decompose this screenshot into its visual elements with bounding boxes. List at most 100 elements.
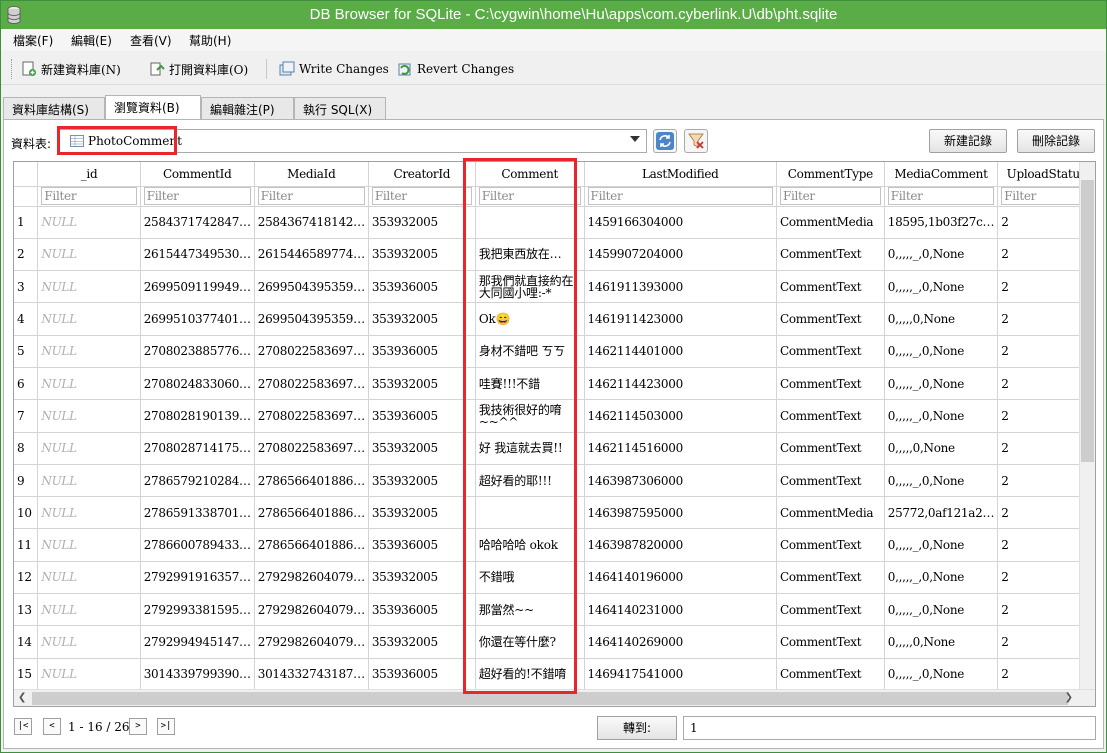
tab-execute-sql[interactable]: 執行 SQL(X) <box>294 97 386 119</box>
table-cell[interactable]: NULL <box>37 496 141 530</box>
table-cell[interactable]: 2699510377401… <box>140 302 255 336</box>
clear-filters-button[interactable] <box>684 129 708 153</box>
row-number[interactable]: 10 <box>14 496 39 530</box>
table-cell[interactable]: 1462114423000 <box>584 367 777 401</box>
comment-cell[interactable]: 不錯哦 <box>475 561 585 595</box>
comment-cell[interactable]: 哇賽!!!不錯 <box>475 367 585 401</box>
table-cell[interactable]: 2615446589774… <box>254 238 369 272</box>
table-cell[interactable]: NULL <box>37 206 141 239</box>
table-row[interactable]: 3 NULL 2699509119949… 2699504395359… 3539360… <box>14 270 1095 304</box>
table-cell[interactable]: 0,,,,,_,0,None <box>884 464 999 498</box>
table-cell[interactable]: 353936005 <box>368 399 476 433</box>
table-cell[interactable]: 1462114516000 <box>584 432 777 465</box>
table-cell[interactable]: 2786566401886… <box>254 464 369 498</box>
comment-cell[interactable]: 超好看的耶!!! <box>475 464 585 498</box>
table-cell[interactable]: 2699504395359… <box>254 302 369 336</box>
table-row[interactable]: 12 NULL 2792991916357… 2792982604079… 353932… <box>14 561 1095 595</box>
table-cell[interactable]: CommentText <box>776 335 885 368</box>
table-cell[interactable]: 1464140269000 <box>584 625 777 659</box>
table-cell[interactable]: 353932005 <box>368 238 476 272</box>
table-row[interactable]: 14 NULL 2792994945147… 2792982604079… 353932… <box>14 625 1095 659</box>
comment-cell[interactable]: 那我們就直接約在大同國小哩:-* <box>475 270 585 304</box>
table-cell[interactable]: CommentText <box>776 302 885 336</box>
table-cell[interactable]: 0,,,,,0,None <box>884 432 999 465</box>
table-cell[interactable]: CommentText <box>776 561 885 595</box>
table-cell[interactable]: 18595,1b03f27c… <box>884 206 999 239</box>
table-cell[interactable]: 2786600789433… <box>140 528 255 562</box>
table-cell[interactable]: 2584367418142… <box>254 206 369 239</box>
table-cell[interactable]: 2708022583697… <box>254 367 369 401</box>
table-cell[interactable]: 2584371742847… <box>140 206 255 239</box>
row-number[interactable]: 2 <box>14 238 39 272</box>
filter-input[interactable]: Filter <box>779 187 881 205</box>
row-number[interactable]: 13 <box>14 593 39 627</box>
table-cell[interactable]: 1461911423000 <box>584 302 777 336</box>
table-row[interactable]: 7 NULL 2708028190139… 2708022583697… 3539360… <box>14 399 1095 433</box>
row-number[interactable]: 5 <box>14 335 39 368</box>
table-cell[interactable]: 2708023885776… <box>140 335 255 368</box>
table-row[interactable]: 1 NULL 2584371742847… 2584367418142… 3539320… <box>14 206 1095 239</box>
table-row[interactable]: 15 NULL 3014339799390… 3014332743187… 353936… <box>14 658 1095 691</box>
table-cell[interactable]: NULL <box>37 335 141 368</box>
table-cell[interactable]: CommentText <box>776 464 885 498</box>
column-header[interactable]: CommentId <box>140 162 255 187</box>
corner-header[interactable] <box>14 162 39 187</box>
table-row[interactable]: 10 NULL 2786591338701… 2786566401886… 353932… <box>14 496 1095 530</box>
filter-input[interactable]: Filter <box>478 187 581 205</box>
table-cell[interactable]: 0,,,,,_,0,None <box>884 270 999 304</box>
table-cell[interactable]: 3014332743187… <box>254 658 369 691</box>
new-database-button[interactable]: 新建資料庫(N) <box>21 58 121 80</box>
table-cell[interactable]: 353932005 <box>368 302 476 336</box>
table-cell[interactable]: 353936005 <box>368 593 476 627</box>
vertical-scrollbar[interactable] <box>1079 162 1095 690</box>
table-cell[interactable]: 2792993381595… <box>140 593 255 627</box>
filter-input[interactable]: Filter <box>371 187 472 205</box>
filter-input[interactable]: Filter <box>41 187 137 205</box>
comment-cell[interactable]: 好 我這就去買!! <box>475 432 585 465</box>
table-cell[interactable]: 25772,0af121a2… <box>884 496 999 530</box>
table-cell[interactable]: 353932005 <box>368 206 476 239</box>
scroll-left-icon[interactable]: ❮ <box>18 692 26 703</box>
delete-record-button[interactable]: 刪除記錄 <box>1017 129 1095 153</box>
menu-file[interactable]: 檔案(F) <box>13 32 53 49</box>
tab-edit-pragmas[interactable]: 編輯雜注(P) <box>201 97 294 119</box>
table-cell[interactable]: NULL <box>37 399 141 433</box>
comment-cell[interactable] <box>475 206 585 239</box>
table-cell[interactable]: CommentMedia <box>776 496 885 530</box>
column-header[interactable]: MediaId <box>254 162 369 187</box>
comment-cell[interactable]: 身材不錯吧 ㄎㄎ <box>475 335 585 368</box>
refresh-button[interactable] <box>653 129 677 153</box>
table-cell[interactable]: NULL <box>37 270 141 304</box>
table-cell[interactable]: NULL <box>37 561 141 595</box>
table-cell[interactable]: CommentText <box>776 238 885 272</box>
filter-input[interactable]: Filter <box>587 187 773 205</box>
menu-edit[interactable]: 編輯(E) <box>71 32 112 49</box>
table-cell[interactable]: 2699504395359… <box>254 270 369 304</box>
table-cell[interactable]: 2792991916357… <box>140 561 255 595</box>
table-cell[interactable]: 0,,,,,_,0,None <box>884 335 999 368</box>
table-cell[interactable]: 1463987306000 <box>584 464 777 498</box>
horizontal-scroll-thumb[interactable] <box>32 692 1068 705</box>
table-cell[interactable]: 2792982604079… <box>254 561 369 595</box>
row-number[interactable]: 15 <box>14 658 39 691</box>
table-cell[interactable]: NULL <box>37 432 141 465</box>
table-row[interactable]: 9 NULL 2786579210284… 2786566401886… 3539320… <box>14 464 1095 498</box>
table-cell[interactable]: CommentText <box>776 432 885 465</box>
table-row[interactable]: 11 NULL 2786600789433… 2786566401886… 353936… <box>14 528 1095 562</box>
table-cell[interactable]: 353936005 <box>368 270 476 304</box>
vertical-scroll-thumb[interactable] <box>1081 180 1094 462</box>
table-row[interactable]: 5 NULL 2708023885776… 2708022583697… 3539360… <box>14 335 1095 368</box>
comment-cell[interactable]: 那當然~~ <box>475 593 585 627</box>
table-cell[interactable]: 1463987820000 <box>584 528 777 562</box>
table-cell[interactable]: NULL <box>37 367 141 401</box>
row-number[interactable]: 9 <box>14 464 39 498</box>
table-cell[interactable]: CommentText <box>776 270 885 304</box>
table-cell[interactable]: 353932005 <box>368 625 476 659</box>
row-number[interactable]: 11 <box>14 528 39 562</box>
open-database-button[interactable]: 打開資料庫(O) <box>149 58 248 80</box>
table-cell[interactable]: 0,,,,,_,0,None <box>884 561 999 595</box>
goto-input[interactable]: 1 <box>683 716 1096 740</box>
table-cell[interactable]: 2786566401886… <box>254 496 369 530</box>
table-cell[interactable]: 353932005 <box>368 432 476 465</box>
table-cell[interactable]: 1463987595000 <box>584 496 777 530</box>
